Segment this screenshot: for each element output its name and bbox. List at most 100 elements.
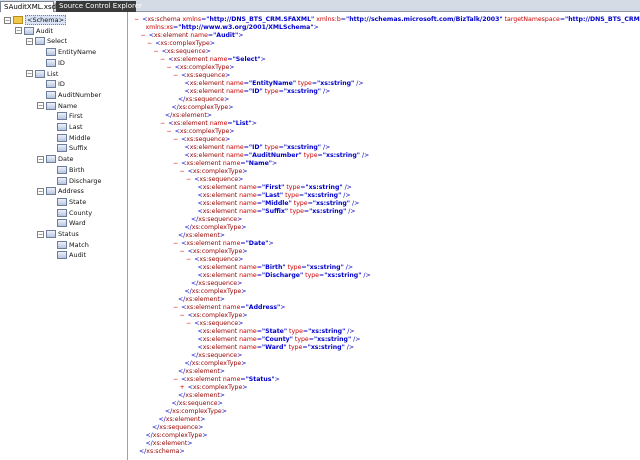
document-tab-strip: SAuditXML.xsd× Source Control Explorer — [0, 0, 640, 12]
tree-node-label: Match — [69, 240, 89, 249]
tree-node-label: Select — [47, 37, 68, 46]
tree-node[interactable]: − Date — [37, 154, 74, 164]
collapse-toggle-icon[interactable]: − — [173, 376, 178, 383]
xml-source-view[interactable]: − <xs:schema xmlns="http://DNS_BTS_CRM.SF… — [130, 12, 640, 460]
xml-token: > — [202, 432, 208, 439]
tree-node[interactable]: − <Schema> — [4, 15, 67, 25]
collapse-toggle-icon[interactable]: − — [186, 176, 191, 183]
xml-token: "State" — [261, 328, 288, 335]
tree-expander-icon[interactable]: − — [37, 155, 44, 163]
tree-expander-icon[interactable]: − — [37, 230, 44, 238]
tree-node[interactable]: − Select — [26, 36, 67, 46]
xml-token: type — [291, 200, 308, 207]
tree-node[interactable]: Suffix — [48, 143, 87, 153]
collapse-toggle-icon[interactable]: − — [154, 48, 159, 55]
tree-expander-icon[interactable]: − — [26, 70, 33, 77]
collapse-toggle-icon[interactable]: − — [141, 32, 146, 39]
node-icon — [57, 176, 67, 185]
xml-token: xs:complexType — [192, 248, 243, 255]
tree-node[interactable]: − Address — [37, 186, 84, 196]
tab-saudit-xml[interactable]: SAuditXML.xsd× — [0, 1, 64, 12]
collapse-toggle-icon[interactable]: − — [173, 304, 178, 311]
xml-token: "xs:string" — [304, 192, 342, 199]
xml-token: "Audit" — [213, 32, 239, 39]
tree-node[interactable]: Ward — [48, 218, 86, 228]
xml-token: name — [209, 120, 228, 127]
xml-token: xs:element — [185, 368, 220, 375]
tree-expander-icon[interactable]: − — [37, 102, 44, 110]
collapse-toggle-icon[interactable]: − — [173, 136, 178, 143]
collapse-toggle-icon[interactable]: − — [180, 248, 185, 255]
tree-node[interactable]: − Audit — [15, 26, 53, 36]
collapse-toggle-icon[interactable]: − — [134, 16, 139, 23]
tree-node[interactable]: − Name — [37, 101, 77, 111]
collapse-toggle-icon[interactable]: − — [180, 168, 185, 175]
node-icon — [46, 48, 56, 57]
tree-node[interactable]: − Status — [37, 229, 79, 239]
tree-node[interactable]: − List — [26, 69, 58, 79]
collapse-toggle-icon[interactable]: − — [173, 72, 178, 79]
xml-token: name — [222, 304, 241, 311]
collapse-toggle-icon[interactable]: − — [160, 56, 165, 63]
tree-node[interactable]: County — [48, 208, 92, 218]
xml-token: /> — [341, 192, 351, 199]
node-icon — [46, 101, 56, 110]
tree-expander-icon[interactable]: − — [15, 27, 22, 35]
xml-token: name — [222, 240, 241, 247]
collapse-toggle-icon[interactable]: − — [160, 120, 165, 127]
collapse-toggle-icon[interactable]: − — [173, 160, 178, 167]
schema-tree-view[interactable]: − <Schema> − Audit − Select EntityName ID − List I… — [0, 12, 128, 460]
tree-node[interactable]: Birth — [48, 165, 85, 175]
collapse-toggle-icon[interactable]: − — [167, 64, 172, 71]
xml-token: /> — [354, 80, 364, 87]
collapse-toggle-icon[interactable]: − — [167, 128, 172, 135]
collapse-toggle-icon[interactable]: − — [180, 312, 185, 319]
xml-token: type — [288, 208, 304, 215]
tree-node-label: List — [47, 69, 59, 78]
tree-node[interactable]: AuditNumber — [37, 90, 101, 100]
xml-token: "xs:string" — [305, 184, 343, 191]
xml-token: "Discharge" — [261, 272, 304, 279]
tree-node[interactable]: Discharge — [48, 176, 102, 186]
xml-token: > — [187, 440, 193, 447]
xml-token: xs:element — [186, 160, 223, 167]
tree-node[interactable]: Match — [48, 240, 89, 250]
tree-node[interactable]: EntityName — [37, 47, 96, 57]
xml-token: </ — [145, 440, 153, 447]
xml-token: > — [200, 416, 206, 423]
xml-token: "EntityName" — [248, 80, 297, 87]
xml-token: </ — [158, 416, 166, 423]
tree-node[interactable]: First — [48, 111, 83, 121]
xml-token: "ID" — [248, 88, 263, 95]
collapse-toggle-icon[interactable]: − — [173, 240, 178, 247]
collapse-toggle-icon[interactable]: − — [186, 320, 191, 327]
xml-token: name — [239, 184, 257, 191]
tree-node[interactable]: Middle — [48, 133, 90, 143]
tree-node[interactable]: Audit — [48, 250, 86, 260]
tree-node[interactable]: ID — [37, 58, 65, 68]
collapse-toggle-icon[interactable]: + — [180, 384, 185, 391]
node-icon — [46, 58, 56, 67]
tree-expander-icon[interactable]: − — [37, 187, 44, 195]
tree-expander-icon[interactable]: − — [26, 37, 33, 45]
xml-token: xs:element — [189, 88, 227, 95]
xml-token: /> — [342, 184, 352, 191]
folder-icon — [13, 16, 23, 24]
tree-node[interactable]: Last — [48, 122, 83, 132]
tree-node-label: <Schema> — [25, 15, 67, 25]
collapse-toggle-icon[interactable]: − — [186, 256, 191, 263]
xml-token: xs:sequence — [186, 72, 226, 79]
tab-source-control-explorer[interactable]: Source Control Explorer — [56, 1, 142, 12]
tree-expander-icon[interactable]: − — [4, 16, 11, 24]
node-icon — [35, 69, 45, 78]
xml-token: xs:complexType — [192, 384, 243, 391]
xml-token: xs:sequence — [199, 176, 239, 183]
xml-token: "xs:string" — [312, 200, 351, 207]
tree-node-label: Ward — [69, 219, 86, 228]
node-icon — [57, 240, 67, 249]
tree-node[interactable]: ID — [37, 79, 65, 89]
xml-token: xs:complexType — [179, 128, 230, 135]
tree-node[interactable]: State — [48, 197, 86, 207]
xml-token: name — [226, 88, 244, 95]
collapse-toggle-icon[interactable]: − — [147, 40, 152, 47]
